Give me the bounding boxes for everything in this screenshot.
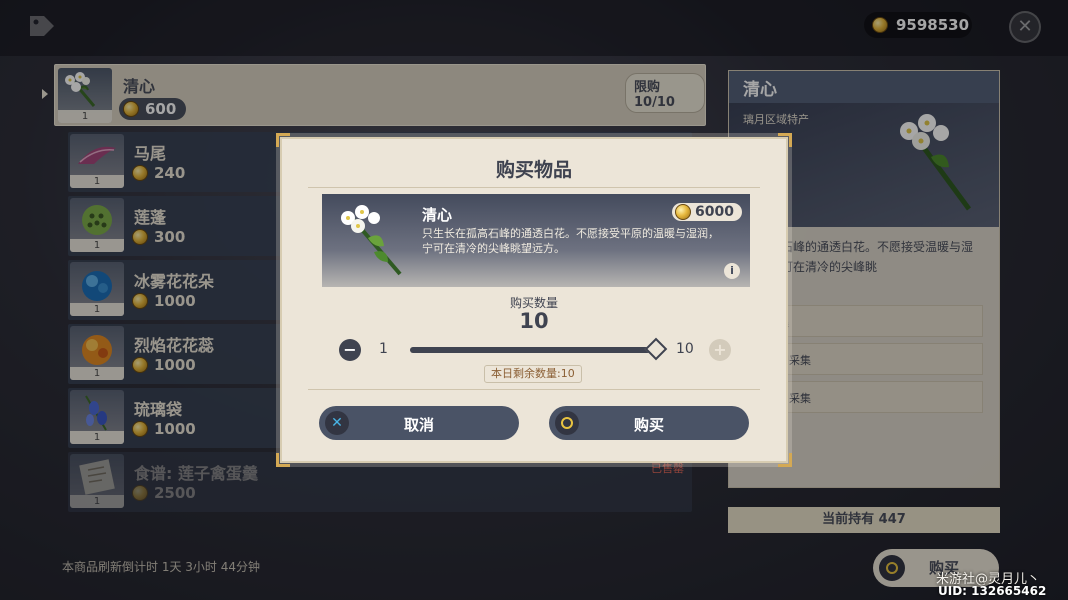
slider-min-value: 1 [379,341,388,357]
confirm-buy-button[interactable]: 购买 [549,406,749,440]
purchase-dialog: 购买物品 清心 6000 只生长在孤高石峰的通透白花。不愿接受平原的温暖与湿润，… [276,133,792,467]
slider-fill [410,347,656,353]
dialog-item-card: 清心 6000 只生长在孤高石峰的通透白花。不愿接受平原的温暖与湿润，宁可在清冷… [322,194,750,287]
confirm-buy-label: 购买 [633,416,664,434]
divider [308,389,760,390]
uid-label: UID: 132665462 [938,584,1047,598]
daily-remaining-badge: 本日剩余数量:10 [484,365,582,383]
corner-ornament [778,133,792,147]
mora-coin-icon [675,204,692,220]
dialog-item-description: 只生长在孤高石峰的通透白花。不愿接受平原的温暖与湿润，宁可在清冷的尖峰眺望远方。 [422,227,719,255]
slider-handle[interactable] [644,337,668,361]
dialog-item-name: 清心 [422,206,453,224]
cancel-button-label: 取消 [403,416,434,434]
divider [308,187,760,188]
increase-button[interactable]: + [709,339,731,361]
info-icon[interactable]: i [724,263,740,279]
corner-ornament [276,453,290,467]
dialog-item-cost: 6000 [672,203,742,221]
dialog-title: 购买物品 [495,159,572,181]
decrease-button[interactable]: − [339,339,361,361]
qingxin-flower-icon [341,205,402,276]
corner-ornament [778,453,792,467]
corner-ornament [276,133,290,147]
slider-max-value: 10 [676,341,694,357]
dialog-item-cost-value: 6000 [695,204,734,220]
quantity-slider[interactable] [410,337,668,361]
cancel-button[interactable]: ✕ 取消 [319,406,519,440]
quantity-value: 10 [519,309,549,333]
